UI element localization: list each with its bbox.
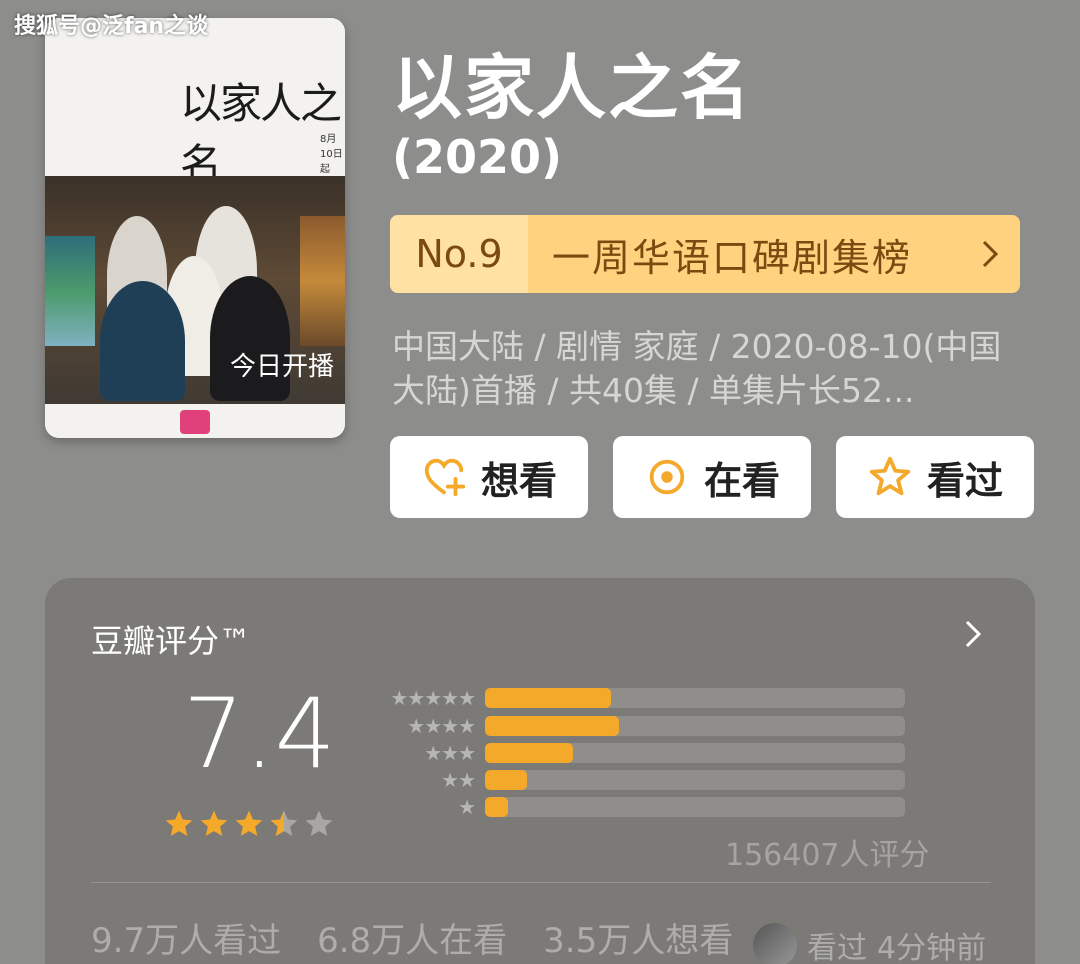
- recent-activity[interactable]: 看过 4分钟前: [753, 923, 986, 964]
- distribution-fill: [485, 797, 509, 817]
- distribution-fill: [485, 770, 527, 790]
- want-count[interactable]: 3.5万人想看: [543, 913, 733, 962]
- show-meta[interactable]: 中国大陆 / 剧情 家庭 / 2020-08-10(中国大陆)首播 / 共40集…: [392, 325, 1022, 413]
- want-button[interactable]: 想看: [390, 436, 588, 518]
- chevron-right-icon[interactable]: [963, 618, 983, 654]
- poster-bottom-logo: [180, 410, 210, 434]
- empty-star-icon: [305, 810, 333, 836]
- vote-count[interactable]: 156407人评分: [725, 830, 930, 874]
- poster-person: [100, 281, 185, 401]
- distribution-stars: ★★★★: [407, 714, 476, 738]
- distribution-track: [485, 743, 905, 763]
- distribution-row-1: ★: [375, 795, 905, 819]
- distribution-stars: ★★: [441, 768, 476, 792]
- watched-count[interactable]: 9.7万人看过: [91, 913, 281, 962]
- poster-photo: 今日开播: [45, 176, 345, 404]
- star-icon: [200, 810, 228, 836]
- distribution-fill: [485, 743, 574, 763]
- poster-top: 以家人之名 8月10日起: [45, 18, 345, 189]
- watching-count[interactable]: 6.8万人在看: [317, 913, 507, 962]
- avatar: [753, 923, 797, 964]
- heart-plus-icon: [424, 458, 466, 497]
- distribution-fill: [485, 716, 620, 736]
- star-icon: [235, 810, 263, 836]
- show-year: (2020): [392, 130, 563, 184]
- distribution-track: [485, 688, 905, 708]
- recent-time: 4分钟前: [877, 931, 987, 964]
- watched-button[interactable]: 看过: [836, 436, 1034, 518]
- distribution-fill: [485, 688, 611, 708]
- recent-status: 看过: [807, 931, 867, 964]
- rating-score: 7.4: [183, 678, 336, 790]
- distribution-track: [485, 770, 905, 790]
- distribution-stars: ★★★: [424, 741, 476, 765]
- distribution-track: [485, 716, 905, 736]
- divider: [91, 882, 991, 883]
- chevron-right-icon: [960, 215, 1020, 293]
- rank-banner[interactable]: No.9 一周华语口碑剧集榜: [390, 215, 1020, 293]
- poster-bottom: [45, 404, 345, 438]
- distribution-stars: ★★★★★: [390, 686, 476, 710]
- poster-tagline: 今日开播: [230, 352, 335, 382]
- want-label: 想看: [480, 458, 557, 503]
- distribution-row-3: ★★★: [375, 741, 905, 765]
- star-icon: [165, 810, 193, 836]
- watching-label: 在看: [703, 458, 780, 503]
- rank-label: 一周华语口碑剧集榜: [552, 235, 913, 280]
- distribution-row-2: ★★: [375, 768, 905, 792]
- distribution-row-4: ★★★★: [375, 714, 905, 738]
- poster-shelf-right: [300, 216, 345, 346]
- rating-title: 豆瓣评分™: [91, 622, 252, 660]
- show-title: 以家人之名: [392, 47, 752, 129]
- audience-stats: 9.7万人看过 6.8万人在看 3.5万人想看: [91, 913, 733, 962]
- watching-button[interactable]: 在看: [613, 436, 811, 518]
- star-icon: [869, 456, 911, 496]
- rank-number: No.9: [390, 215, 528, 293]
- distribution-track: [485, 797, 905, 817]
- poster-date: 8月10日起: [320, 134, 343, 175]
- score-stars: [163, 808, 335, 840]
- rating-card[interactable]: 豆瓣评分™ 7.4 ★★★★★ ★★★★ ★★★ ★★ ★ 156407人评分: [45, 578, 1035, 964]
- poster-shelf-left: [45, 236, 95, 346]
- watched-label: 看过: [926, 458, 1003, 503]
- distribution-row-5: ★★★★★: [375, 686, 905, 710]
- poster-image[interactable]: 以家人之名 8月10日起 今日开播: [45, 18, 345, 438]
- watermark: 搜狐号@泛fan之谈: [14, 14, 209, 39]
- distribution-stars: ★: [458, 795, 476, 819]
- circle-dot-icon: [649, 459, 685, 495]
- half-star-icon: [270, 810, 298, 836]
